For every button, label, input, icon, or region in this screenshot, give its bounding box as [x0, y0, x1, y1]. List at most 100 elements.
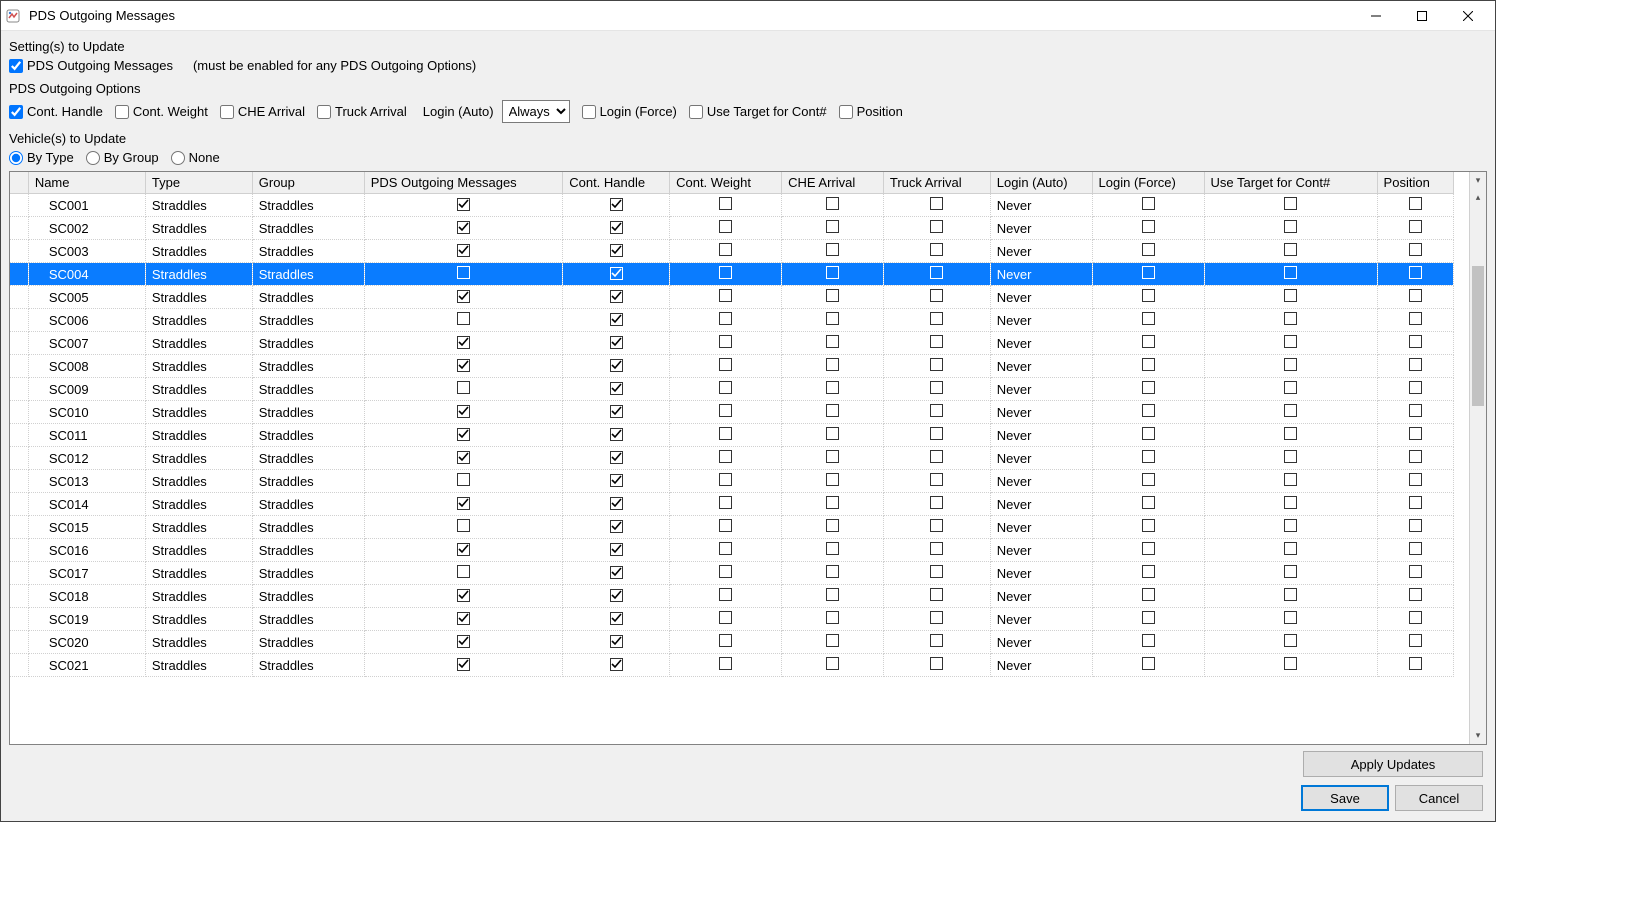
cell-checkbox[interactable]	[610, 497, 623, 510]
cont-weight-checkbox[interactable]: Cont. Weight	[115, 104, 208, 119]
maximize-button[interactable]	[1399, 1, 1445, 31]
cell-checkbox[interactable]	[930, 565, 943, 578]
cell-checkbox[interactable]	[1284, 404, 1297, 417]
cell-checkbox[interactable]	[930, 519, 943, 532]
cell-checkbox[interactable]	[1409, 312, 1422, 325]
col-header[interactable]: CHE Arrival	[782, 172, 884, 194]
cell-checkbox[interactable]	[1142, 473, 1155, 486]
cell-checkbox[interactable]	[1409, 542, 1422, 555]
cell-checkbox[interactable]	[457, 658, 470, 671]
cell-checkbox[interactable]	[719, 519, 732, 532]
cell-checkbox[interactable]	[610, 520, 623, 533]
col-header[interactable]: Position	[1377, 172, 1453, 194]
cell-checkbox[interactable]	[1284, 243, 1297, 256]
table-row[interactable]: SC018StraddlesStraddlesNever	[10, 585, 1454, 608]
cell-checkbox[interactable]	[1409, 611, 1422, 624]
cell-checkbox[interactable]	[1284, 473, 1297, 486]
cell-checkbox[interactable]	[1409, 657, 1422, 670]
cell-checkbox[interactable]	[1284, 358, 1297, 371]
cell-checkbox[interactable]	[719, 404, 732, 417]
table-row[interactable]: SC006StraddlesStraddlesNever	[10, 309, 1454, 332]
cell-checkbox[interactable]	[1284, 611, 1297, 624]
cell-checkbox[interactable]	[457, 221, 470, 234]
cell-checkbox[interactable]	[930, 450, 943, 463]
cell-checkbox[interactable]	[930, 312, 943, 325]
cell-checkbox[interactable]	[1142, 197, 1155, 210]
cell-checkbox[interactable]	[826, 289, 839, 302]
cell-checkbox[interactable]	[826, 197, 839, 210]
col-header[interactable]: Login (Auto)	[990, 172, 1092, 194]
cont-handle-checkbox[interactable]: Cont. Handle	[9, 104, 103, 119]
che-arrival-checkbox[interactable]: CHE Arrival	[220, 104, 305, 119]
cell-checkbox[interactable]	[1142, 381, 1155, 394]
cell-checkbox[interactable]	[930, 335, 943, 348]
cell-checkbox[interactable]	[610, 428, 623, 441]
scroll-track[interactable]	[1470, 206, 1486, 727]
table-row[interactable]: SC003StraddlesStraddlesNever	[10, 240, 1454, 263]
table-row[interactable]: SC011StraddlesStraddlesNever	[10, 424, 1454, 447]
table-row[interactable]: SC005StraddlesStraddlesNever	[10, 286, 1454, 309]
cell-checkbox[interactable]	[930, 243, 943, 256]
cell-checkbox[interactable]	[1142, 220, 1155, 233]
cell-checkbox[interactable]	[930, 197, 943, 210]
cell-checkbox[interactable]	[1409, 358, 1422, 371]
cell-checkbox[interactable]	[610, 566, 623, 579]
table-row[interactable]: SC004StraddlesStraddlesNever	[10, 263, 1454, 286]
col-header[interactable]: Name	[28, 172, 145, 194]
table-row[interactable]: SC021StraddlesStraddlesNever	[10, 654, 1454, 677]
table-row[interactable]: SC002StraddlesStraddlesNever	[10, 217, 1454, 240]
cell-checkbox[interactable]	[1409, 473, 1422, 486]
cell-checkbox[interactable]	[930, 542, 943, 555]
cell-checkbox[interactable]	[719, 266, 732, 279]
login-force-checkbox[interactable]: Login (Force)	[582, 104, 677, 119]
cell-checkbox[interactable]	[826, 243, 839, 256]
cell-checkbox[interactable]	[826, 381, 839, 394]
cell-checkbox[interactable]	[826, 358, 839, 371]
table-row[interactable]: SC007StraddlesStraddlesNever	[10, 332, 1454, 355]
cell-checkbox[interactable]	[1284, 450, 1297, 463]
cell-checkbox[interactable]	[930, 473, 943, 486]
cell-checkbox[interactable]	[457, 381, 470, 394]
cell-checkbox[interactable]	[1142, 496, 1155, 509]
cell-checkbox[interactable]	[610, 313, 623, 326]
cell-checkbox[interactable]	[719, 634, 732, 647]
cell-checkbox[interactable]	[457, 336, 470, 349]
table-row[interactable]: SC016StraddlesStraddlesNever	[10, 539, 1454, 562]
cell-checkbox[interactable]	[610, 336, 623, 349]
cell-checkbox[interactable]	[1409, 197, 1422, 210]
cell-checkbox[interactable]	[457, 312, 470, 325]
cell-checkbox[interactable]	[719, 312, 732, 325]
use-target-checkbox[interactable]: Use Target for Cont#	[689, 104, 827, 119]
cell-checkbox[interactable]	[1284, 588, 1297, 601]
cell-checkbox[interactable]	[1142, 404, 1155, 417]
cell-checkbox[interactable]	[930, 634, 943, 647]
apply-updates-button[interactable]: Apply Updates	[1303, 751, 1483, 777]
cell-checkbox[interactable]	[1284, 565, 1297, 578]
cell-checkbox[interactable]	[457, 198, 470, 211]
cell-checkbox[interactable]	[457, 405, 470, 418]
cell-checkbox[interactable]	[930, 381, 943, 394]
table-row[interactable]: SC017StraddlesStraddlesNever	[10, 562, 1454, 585]
cell-checkbox[interactable]	[930, 427, 943, 440]
cell-checkbox[interactable]	[826, 473, 839, 486]
cell-checkbox[interactable]	[719, 657, 732, 670]
cell-checkbox[interactable]	[1284, 657, 1297, 670]
login-auto-select[interactable]: Always	[502, 100, 570, 123]
cell-checkbox[interactable]	[930, 220, 943, 233]
table-row[interactable]: SC015StraddlesStraddlesNever	[10, 516, 1454, 539]
cell-checkbox[interactable]	[930, 657, 943, 670]
by-type-radio[interactable]: By Type	[9, 150, 74, 165]
cell-checkbox[interactable]	[1409, 519, 1422, 532]
cell-checkbox[interactable]	[1284, 496, 1297, 509]
cell-checkbox[interactable]	[610, 474, 623, 487]
table-row[interactable]: SC009StraddlesStraddlesNever	[10, 378, 1454, 401]
cell-checkbox[interactable]	[1142, 243, 1155, 256]
cell-checkbox[interactable]	[930, 611, 943, 624]
cell-checkbox[interactable]	[719, 542, 732, 555]
cell-checkbox[interactable]	[1409, 266, 1422, 279]
cell-checkbox[interactable]	[1409, 634, 1422, 647]
cell-checkbox[interactable]	[1284, 220, 1297, 233]
cell-checkbox[interactable]	[1284, 266, 1297, 279]
cell-checkbox[interactable]	[1409, 220, 1422, 233]
col-header[interactable]: Login (Force)	[1092, 172, 1204, 194]
